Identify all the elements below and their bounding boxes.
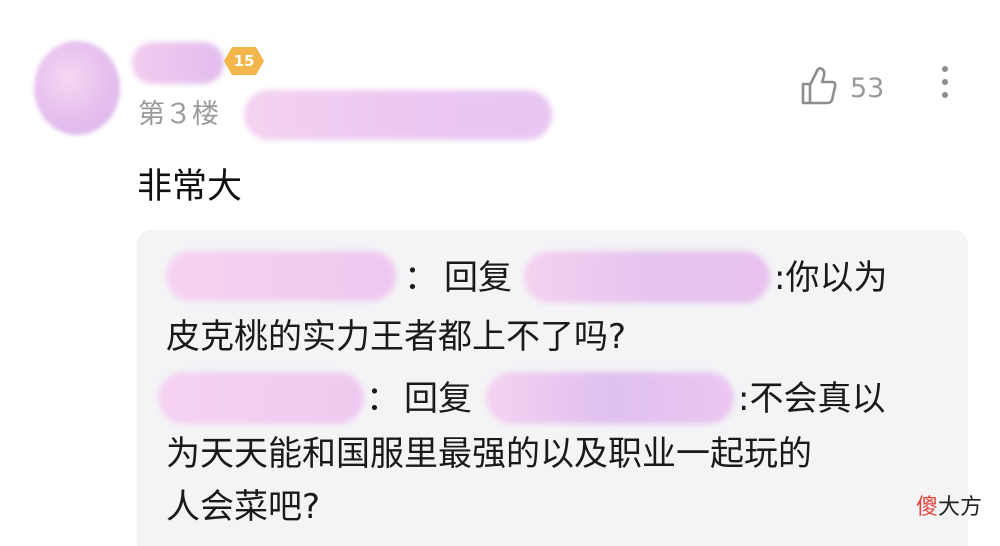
reply-separator: ： xyxy=(366,379,400,419)
reply-text-start: :不会真以 xyxy=(738,379,886,419)
floor-label: 第３楼 xyxy=(138,99,219,130)
reply-target-redacted[interactable] xyxy=(486,372,734,424)
reply-text-start: :你以为 xyxy=(774,258,888,298)
reply-word: 回复 xyxy=(444,258,512,298)
reply-user-redacted[interactable] xyxy=(158,372,364,424)
comment-content: 非常大 xyxy=(137,167,243,207)
like-count: 53 xyxy=(850,73,885,104)
watermark-accent: 傻 xyxy=(915,495,938,520)
thumbs-up-icon[interactable] xyxy=(800,66,838,106)
reply-word: 回复 xyxy=(404,379,472,419)
reply-separator: ： xyxy=(404,258,438,298)
reply-text: 为天天能和国服里最强的以及职业一起玩的 xyxy=(166,434,812,474)
username-redacted[interactable] xyxy=(132,42,224,84)
level-badge: 15 xyxy=(224,47,264,75)
reply-text: 人会菜吧? xyxy=(166,487,321,527)
post-meta-redacted xyxy=(244,90,552,140)
reply-target-redacted[interactable] xyxy=(524,251,770,303)
reply-text: 皮克桃的实力王者都上不了吗? xyxy=(166,317,627,357)
watermark: 傻大方 xyxy=(916,494,982,522)
avatar[interactable] xyxy=(34,41,120,135)
more-options-icon[interactable] xyxy=(938,66,952,108)
reply-user-redacted[interactable] xyxy=(166,251,396,301)
watermark-text: 大方 xyxy=(937,495,982,520)
